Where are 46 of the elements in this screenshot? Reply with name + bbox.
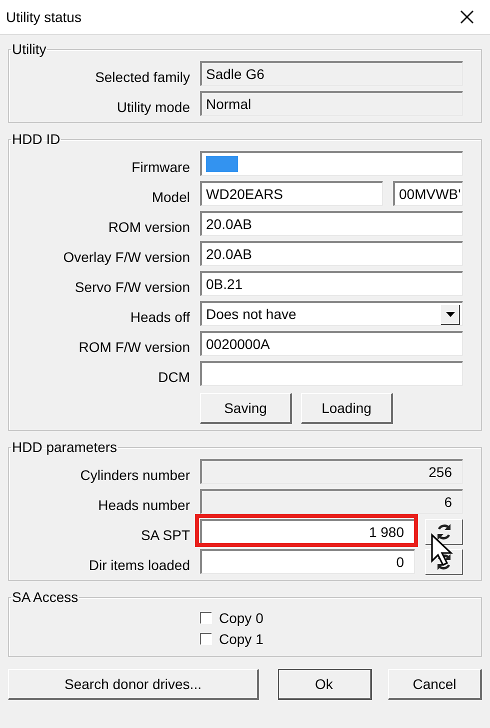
text-field[interactable]: 0 (200, 549, 415, 574)
field-label: Dir items loaded (88, 556, 191, 572)
field-label: Heads number (97, 496, 191, 512)
field-label: Utility mode (116, 98, 191, 114)
field-label: Firmware (130, 158, 191, 174)
text-field[interactable]: 0B.21 (200, 271, 463, 296)
dialog-button[interactable]: Ok (278, 669, 372, 700)
field-label: DCM (157, 368, 191, 384)
action-button[interactable]: Saving (200, 393, 292, 424)
field-label: Overlay F/W version (62, 248, 191, 264)
checkbox-label[interactable]: Copy 0 (219, 610, 264, 626)
group-title: SA Access (11, 589, 80, 605)
window-title: Utility status (6, 9, 82, 25)
field-label: Heads off (129, 308, 191, 324)
dialog-button[interactable]: Search donor drives... (8, 669, 259, 700)
field-label: Servo F/W version (74, 278, 191, 294)
text-field[interactable]: 20.0AB (200, 241, 463, 266)
readonly-field: Sadle G6 (200, 61, 463, 86)
field-label: Selected family (94, 68, 191, 84)
text-field[interactable]: 20.0AB (200, 211, 463, 236)
mouse-pointer-icon (430, 533, 454, 567)
field-label: Model (150, 188, 191, 204)
checkbox-label[interactable]: Copy 1 (219, 631, 264, 647)
dropdown[interactable]: Does not have (200, 301, 463, 326)
group-title: HDD ID (11, 131, 62, 147)
dialog-button[interactable]: Cancel (388, 669, 482, 700)
readonly-field: 256 (200, 459, 463, 484)
text-field[interactable]: 0020000A (200, 331, 463, 356)
readonly-field: 6 (200, 489, 463, 514)
checkbox[interactable] (200, 633, 212, 645)
field-label: ROM version (107, 218, 191, 234)
checkbox[interactable] (200, 612, 212, 624)
text-field[interactable] (200, 361, 463, 386)
text-field[interactable] (200, 151, 463, 176)
readonly-field: Normal (200, 91, 463, 116)
text-field[interactable]: 00MVWB' (393, 181, 463, 206)
text-field[interactable]: 1 980 (200, 519, 415, 544)
field-label: SA SPT (140, 526, 191, 542)
field-label: Cylinders number (79, 466, 191, 482)
text-field[interactable]: WD20EARS (200, 181, 383, 206)
field-label: ROM F/W version (78, 338, 191, 354)
refresh-button[interactable] (425, 519, 463, 545)
close-icon[interactable] (458, 8, 476, 26)
group-title: Utility (11, 41, 48, 57)
action-button[interactable]: Loading (301, 393, 393, 424)
group-title: HDD parameters (11, 439, 118, 455)
